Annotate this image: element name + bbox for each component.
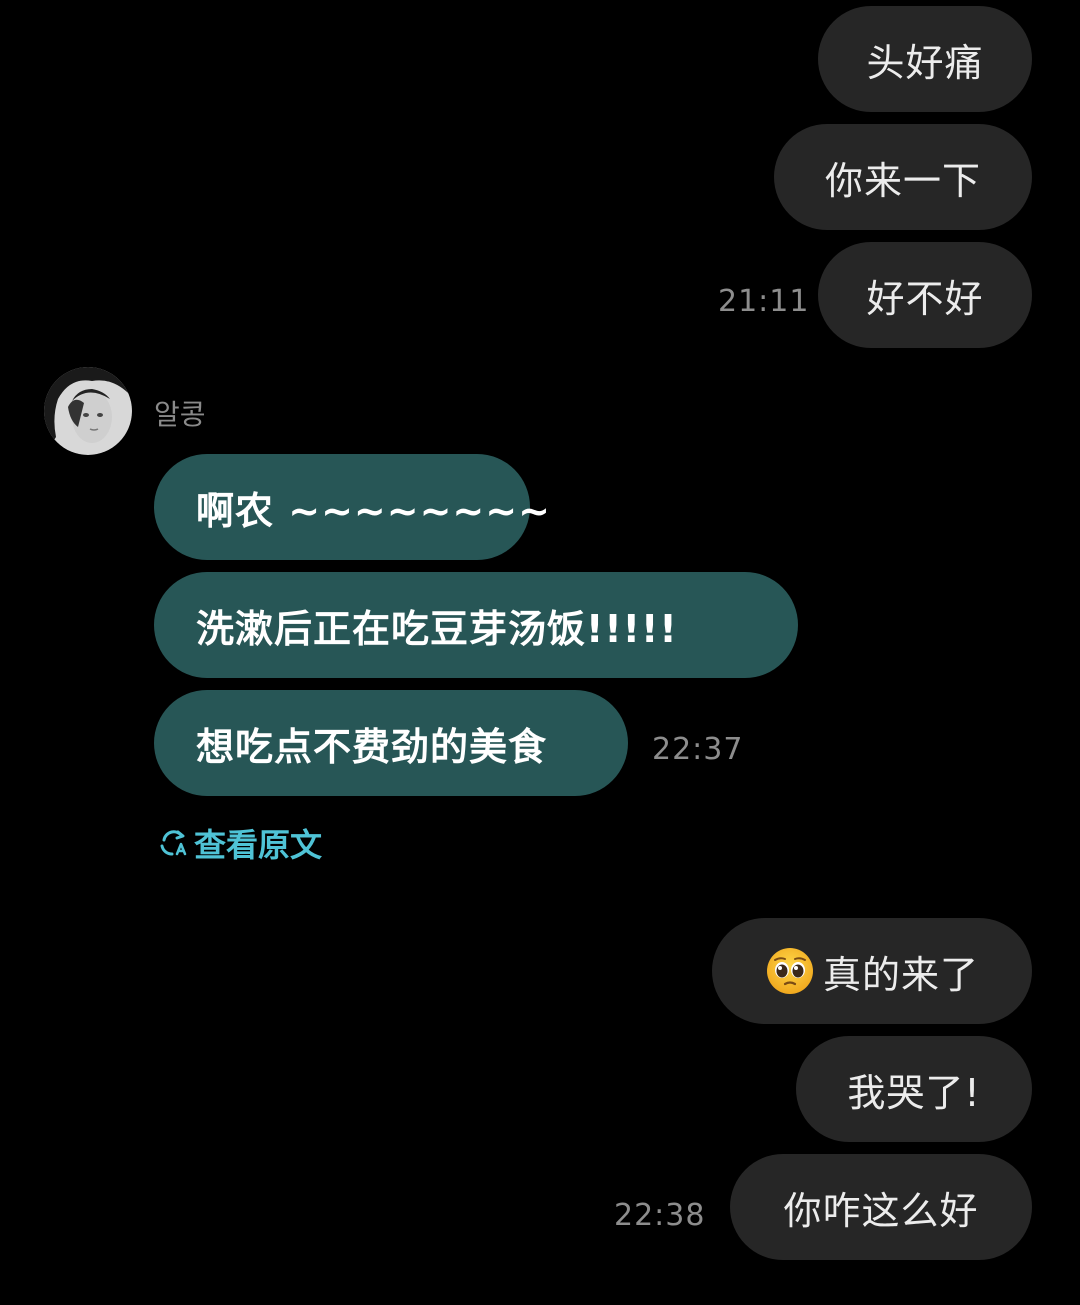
message-text: 好不好 bbox=[866, 276, 984, 321]
message-timestamp: 21:11 bbox=[718, 284, 810, 319]
message-text: 真的来了 bbox=[822, 952, 979, 997]
avatar-image bbox=[44, 367, 132, 455]
translate-icon bbox=[160, 830, 187, 856]
message-text: 你咋这么好 bbox=[783, 1188, 979, 1233]
incoming-message[interactable]: 啊农 ~~~~~~~~ bbox=[154, 454, 550, 560]
sender-name: 알콩 bbox=[154, 398, 206, 431]
pleading-face-emoji bbox=[766, 948, 813, 994]
message-timestamp: 22:37 bbox=[652, 732, 744, 767]
message-text: 啊农 ~~~~~~~~ bbox=[196, 488, 551, 533]
message-text: 洗漱后正在吃豆芽汤饭!!!!! bbox=[196, 606, 678, 651]
outgoing-message[interactable]: 你来一下 bbox=[774, 124, 1032, 230]
outgoing-message[interactable]: 真的来了 bbox=[712, 918, 1032, 1024]
view-original-label: 查看原文 bbox=[194, 826, 323, 864]
avatar[interactable] bbox=[44, 367, 132, 455]
view-original-link[interactable]: 查看原文 bbox=[156, 820, 322, 866]
message-timestamp: 22:38 bbox=[614, 1198, 706, 1233]
incoming-message[interactable]: 洗漱后正在吃豆芽汤饭!!!!! bbox=[154, 572, 798, 678]
incoming-message[interactable]: 想吃点不费劲的美食 bbox=[154, 690, 628, 796]
message-text: 你来一下 bbox=[824, 158, 981, 203]
outgoing-message[interactable]: 我哭了! bbox=[796, 1036, 1032, 1142]
outgoing-message[interactable]: 头好痛 bbox=[818, 6, 1032, 112]
message-text: 想吃点不费劲的美食 bbox=[196, 724, 548, 769]
outgoing-message[interactable]: 好不好 bbox=[818, 242, 1032, 348]
outgoing-message[interactable]: 你咋这么好 bbox=[730, 1154, 1032, 1260]
message-text: 头好痛 bbox=[866, 40, 984, 85]
message-text: 我哭了! bbox=[847, 1070, 981, 1115]
